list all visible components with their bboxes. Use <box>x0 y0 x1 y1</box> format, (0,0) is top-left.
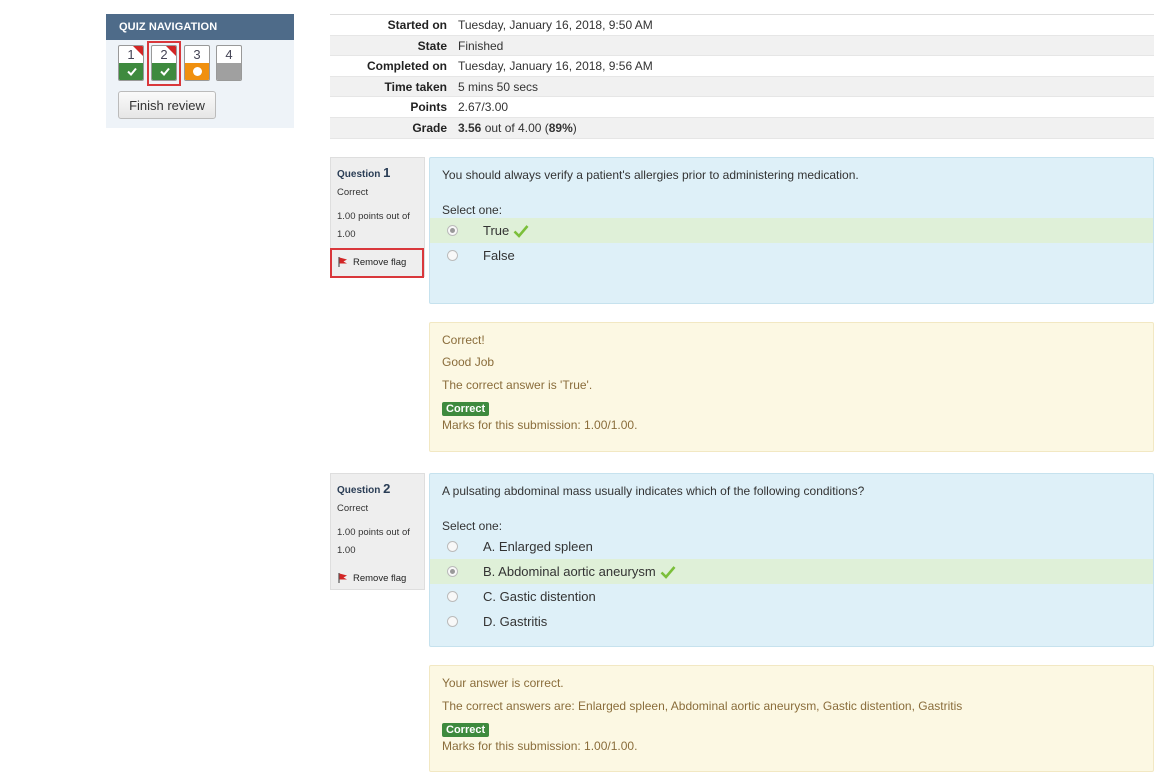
row-label: Grade <box>412 120 447 135</box>
row-value: Tuesday, January 16, 2018, 9:50 AM <box>458 18 653 32</box>
question-status: Correct <box>337 187 369 198</box>
summary-row-started: Started on Tuesday, January 16, 2018, 9:… <box>330 15 1154 36</box>
nav-question-4-button[interactable]: 4 <box>216 45 242 81</box>
quiz-navigation-title: QUIZ NAVIGATION <box>106 14 294 40</box>
quiz-navigation-block: QUIZ NAVIGATION 1 2 3 4 Finish review <box>106 14 294 128</box>
answer-label: B. Abdominal aortic aneurysm <box>483 564 656 579</box>
circle-icon <box>193 67 202 76</box>
check-icon <box>127 67 137 76</box>
radio-button[interactable] <box>447 616 458 627</box>
highlight-outline <box>330 248 424 278</box>
correct-badge: Correct <box>442 402 490 416</box>
answer-label: A. Enlarged spleen <box>483 539 593 554</box>
question-points-line1: 1.00 points out of <box>337 211 410 222</box>
question-number-heading: Question 2 <box>331 474 424 496</box>
specific-feedback: Good Job <box>442 355 495 369</box>
question-1-content: You should always verify a patient's all… <box>429 157 1154 304</box>
finish-review-button[interactable]: Finish review <box>118 91 216 119</box>
row-value: Tuesday, January 16, 2018, 9:56 AM <box>458 59 653 74</box>
check-icon <box>660 565 676 579</box>
question-buttons: 1 2 3 4 <box>106 40 294 88</box>
question-status: Correct <box>337 503 369 514</box>
summary-row-state: State Finished <box>330 35 1154 57</box>
nav-question-1-button[interactable]: 1 <box>118 45 144 81</box>
grade-rest: out of 4.00 ( <box>484 120 549 135</box>
radio-button[interactable] <box>447 566 458 577</box>
right-answer: The correct answer is 'True'. <box>442 378 593 392</box>
row-label: Completed on <box>367 59 447 74</box>
correct-badge: Correct <box>442 723 490 737</box>
answer-label: C. Gastic distention <box>483 589 596 604</box>
row-label: Time taken <box>384 79 447 94</box>
summary-row-grade: Grade 3.56 out of 4.00 (89%) <box>330 117 1154 139</box>
question-label: Question <box>337 169 381 180</box>
question-text: A pulsating abdominal mass usually indic… <box>442 484 865 498</box>
summary-row-completed: Completed on Tuesday, January 16, 2018, … <box>330 56 1154 77</box>
question-number-heading: Question 1 <box>331 158 424 180</box>
question-number: 2 <box>383 481 391 496</box>
radio-button[interactable] <box>447 541 458 552</box>
general-feedback: Correct! <box>442 333 485 347</box>
answer-label: False <box>483 248 515 263</box>
row-value: 3.56 out of 4.00 (89%) <box>458 118 577 138</box>
flag-icon <box>338 573 347 583</box>
remove-flag-link[interactable]: Remove flag <box>331 568 424 588</box>
state-correct <box>119 63 143 80</box>
summary-row-time: Time taken 5 mins 50 secs <box>330 76 1154 98</box>
row-label: Points <box>410 100 447 115</box>
row-label: State <box>417 38 447 53</box>
answer-option[interactable]: False <box>430 243 1153 268</box>
answer-label: D. Gastritis <box>483 614 548 629</box>
state-not-answered <box>217 63 241 80</box>
select-one-prompt: Select one: <box>442 519 503 533</box>
highlight-outline <box>147 41 181 86</box>
question-text: You should always verify a patient's all… <box>442 168 859 182</box>
answer-label: True <box>483 223 510 238</box>
row-value: 2.67/3.00 <box>458 100 509 115</box>
answer-option[interactable]: A. Enlarged spleen <box>430 534 1153 559</box>
row-label: Started on <box>387 18 447 32</box>
radio-button[interactable] <box>447 591 458 602</box>
question-2-info: Question 2 Correct 1.00 points out of 1.… <box>330 473 425 590</box>
nav-question-3-button[interactable]: 3 <box>184 45 210 81</box>
question-number: 4 <box>225 47 233 62</box>
right-answer: The correct answers are: Enlarged spleen… <box>442 699 963 713</box>
state-partial <box>185 63 209 80</box>
attempt-summary-table: Started on Tuesday, January 16, 2018, 9:… <box>330 14 1154 139</box>
answer-option[interactable]: D. Gastritis <box>430 609 1153 634</box>
remove-flag-label: Remove flag <box>353 572 407 584</box>
question-points-line2: 1.00 <box>337 229 356 240</box>
radio-button[interactable] <box>447 225 458 236</box>
answer-option[interactable]: True <box>430 218 1153 243</box>
question-2-feedback: Your answer is correct. The correct answ… <box>429 665 1154 772</box>
answer-option[interactable]: C. Gastic distention <box>430 584 1153 609</box>
select-one-prompt: Select one: <box>442 203 503 217</box>
question-points-line1: 1.00 points out of <box>337 527 410 538</box>
question-2-content: A pulsating abdominal mass usually indic… <box>429 473 1154 647</box>
question-number: 1 <box>383 165 391 180</box>
row-value: 5 mins 50 secs <box>458 79 539 94</box>
marks-text: Marks for this submission: 1.00/1.00. <box>442 739 638 753</box>
question-1-feedback: Correct! Good Job The correct answer is … <box>429 322 1154 452</box>
summary-row-points: Points 2.67/3.00 <box>330 97 1154 118</box>
question-number: 3 <box>193 47 201 62</box>
question-points-line2: 1.00 <box>337 545 356 556</box>
marks-text: Marks for this submission: 1.00/1.00. <box>442 418 638 432</box>
question-label: Question <box>337 485 381 496</box>
radio-button[interactable] <box>447 250 458 261</box>
grade-percent: 89% <box>548 120 573 135</box>
flag-corner-icon <box>133 46 143 56</box>
row-value: Finished <box>458 38 504 53</box>
answer-option[interactable]: B. Abdominal aortic aneurysm <box>430 559 1153 584</box>
grade-close: ) <box>572 120 577 135</box>
grade-score: 3.56 <box>458 120 482 135</box>
general-feedback: Your answer is correct. <box>442 676 564 690</box>
check-icon <box>513 224 529 238</box>
